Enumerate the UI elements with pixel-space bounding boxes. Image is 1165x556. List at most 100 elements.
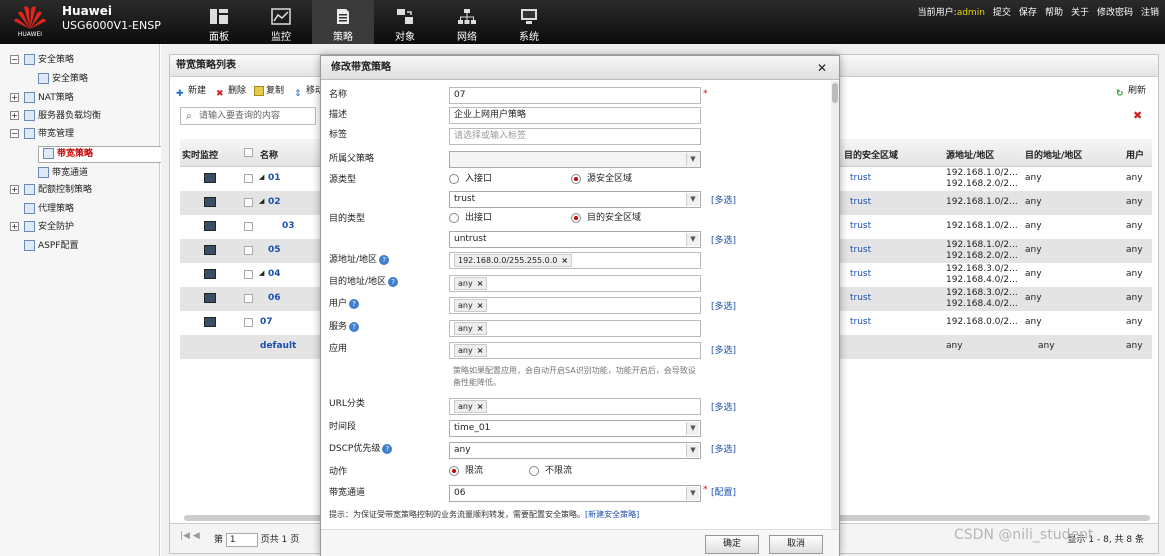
user-field[interactable]: any × [449,297,701,314]
dialog-scrollbar[interactable] [831,81,839,529]
sidebar-item-security-policy-group[interactable]: − 安全策略 [10,52,74,68]
policy-name[interactable]: 06 [268,293,281,303]
remove-tag-icon[interactable]: × [477,324,484,333]
radio-dst-zone[interactable]: 目的安全区域 [571,211,641,225]
src-zone-multi-link[interactable]: [多选] [711,193,736,206]
copy-button[interactable]: 复制 [254,83,284,99]
dst-addr-field[interactable]: any × [449,275,701,292]
description-field[interactable]: 企业上网用户策略 [449,107,701,124]
sidebar-item-quota-policy[interactable]: + 配额控制策略 [10,182,92,198]
policy-name[interactable]: 01 [268,173,281,183]
change-password-link[interactable]: 修改密码 [1097,5,1133,18]
remove-tag-icon[interactable]: × [477,279,484,288]
remove-tag-icon[interactable]: × [477,301,484,310]
radio-no-limit[interactable]: 不限流 [529,464,572,478]
monitor-icon[interactable] [204,317,216,327]
help-icon[interactable]: ? [349,298,360,309]
expand-arrow-icon[interactable]: ◢ [259,197,264,205]
sidebar-item-server-lb[interactable]: + 服务器负载均衡 [10,108,101,124]
row-checkbox[interactable] [244,246,253,255]
clear-filter-icon[interactable]: ✖ [1133,109,1142,122]
refresh-button[interactable]: ↻ 刷新 [1116,83,1146,99]
commit-link[interactable]: 提交 [993,5,1011,18]
radio-limit[interactable]: 限流 [449,464,483,478]
user-multi-link[interactable]: [多选] [711,299,736,312]
remove-tag-icon[interactable]: × [561,256,568,265]
expand-toggle[interactable]: + [10,93,19,102]
src-zone-select[interactable]: trust ▼ [449,191,701,208]
first-page-icon[interactable]: |◀ ◀ [180,531,200,541]
dscp-select[interactable]: any ▼ [449,442,701,459]
expand-toggle[interactable]: + [10,111,19,120]
sidebar-item-aspf[interactable]: ASPF配置 [24,238,78,254]
tag-field[interactable]: 请选择或输入标签 [449,128,701,145]
cancel-button[interactable]: 取消 [769,535,823,554]
sidebar-item-nat-policy[interactable]: + NAT策略 [10,90,74,106]
expand-toggle[interactable]: + [10,222,19,231]
radio-in-interface[interactable]: 入接口 [449,172,492,186]
help-icon[interactable]: ? [382,443,393,454]
collapse-toggle[interactable]: − [10,129,19,138]
monitor-icon[interactable] [204,269,216,279]
sidebar-item-security-protection[interactable]: + 安全防护 [10,219,74,235]
monitor-icon[interactable] [204,293,216,303]
sidebar-item-security-policy[interactable]: 安全策略 [38,71,88,87]
help-link[interactable]: 帮助 [1045,5,1063,18]
ok-button[interactable]: 确定 [705,535,759,554]
url-category-field[interactable]: any × [449,398,701,415]
monitor-icon[interactable] [204,197,216,207]
expand-arrow-icon[interactable]: ◢ [259,173,264,181]
app-multi-link[interactable]: [多选] [711,343,736,356]
policy-name[interactable]: default [260,341,296,351]
time-range-select[interactable]: time_01 ▼ [449,420,701,437]
row-checkbox[interactable] [244,222,253,231]
close-icon[interactable]: ✕ [817,56,827,80]
new-security-policy-link[interactable]: [新建安全策略] [585,510,639,519]
row-checkbox[interactable] [244,294,253,303]
name-field[interactable]: 07 [449,87,701,104]
scroll-thumb[interactable] [832,83,838,103]
logout-link[interactable]: 注销 [1141,5,1159,18]
help-icon[interactable]: ? [349,321,360,332]
channel-config-link[interactable]: [配置] [711,485,736,498]
policy-name[interactable]: 07 [260,317,273,327]
monitor-icon[interactable] [204,221,216,231]
nav-policy[interactable]: 策略 [312,0,374,44]
dscp-multi-link[interactable]: [多选] [711,442,736,455]
url-multi-link[interactable]: [多选] [711,400,736,413]
about-link[interactable]: 关于 [1071,5,1089,18]
delete-button[interactable]: ✖ 删除 [216,83,246,99]
policy-name[interactable]: 05 [268,245,281,255]
nav-dashboard[interactable]: 面板 [188,0,250,44]
row-checkbox[interactable] [244,174,253,183]
row-checkbox[interactable] [244,270,253,279]
service-field[interactable]: any × [449,320,701,337]
select-all-checkbox[interactable] [244,148,253,157]
dst-zone-multi-link[interactable]: [多选] [711,233,736,246]
monitor-icon[interactable] [204,245,216,255]
remove-tag-icon[interactable]: × [477,346,484,355]
nav-object[interactable]: 对象 [374,0,436,44]
help-icon[interactable]: ? [379,254,390,265]
collapse-toggle[interactable]: − [10,55,19,64]
row-checkbox[interactable] [244,198,253,207]
radio-src-zone[interactable]: 源安全区域 [571,172,632,186]
radio-out-interface[interactable]: 出接口 [449,211,492,225]
dst-zone-select[interactable]: untrust ▼ [449,231,701,248]
parent-policy-select[interactable]: ▼ [449,151,701,168]
bandwidth-channel-select[interactable]: 06 ▼ [449,485,701,502]
page-input[interactable]: 1 [225,532,258,547]
policy-name[interactable]: 04 [268,269,281,279]
help-icon[interactable]: ? [388,276,399,287]
remove-tag-icon[interactable]: × [477,402,484,411]
nav-monitor[interactable]: 监控 [250,0,312,44]
new-button[interactable]: ✚ 新建 [176,83,206,99]
policy-name[interactable]: 03 [282,221,295,231]
nav-network[interactable]: 网络 [436,0,498,44]
search-input[interactable]: 请输入要查询的内容 [180,107,316,125]
expand-toggle[interactable]: + [10,185,19,194]
application-field[interactable]: any × [449,342,701,359]
src-addr-field[interactable]: 192.168.0.0/255.255.0.0 × [449,252,701,269]
save-link[interactable]: 保存 [1019,5,1037,18]
sidebar-item-proxy-policy[interactable]: 代理策略 [24,201,74,217]
